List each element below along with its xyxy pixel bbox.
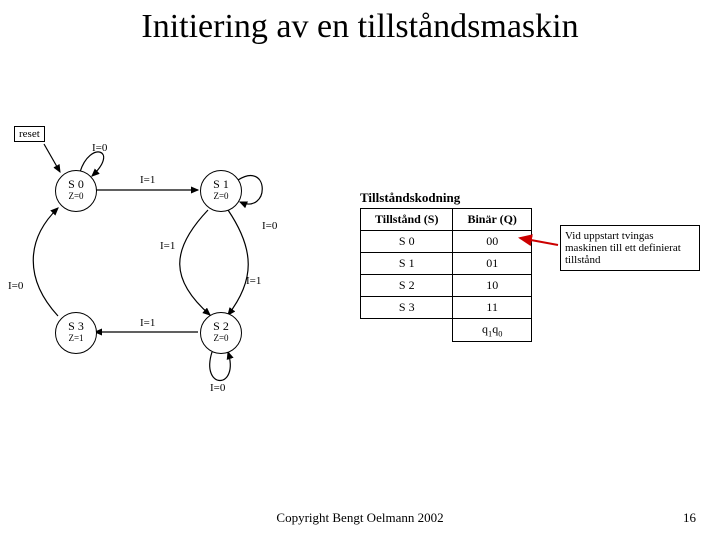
state-s0-output: Z=0	[56, 191, 96, 201]
state-s3: S 3 Z=1	[55, 312, 97, 354]
table-row: S 1 01	[361, 253, 532, 275]
table-row: q1q0	[361, 319, 532, 342]
table-row: S 3 11	[361, 297, 532, 319]
copyright: Copyright Bengt Oelmann 2002	[0, 510, 720, 526]
encoding-cell: 10	[453, 275, 531, 297]
state-diagram: reset S 0 Z=0 S 1 Z=0 S 2 Z=0 S 3 Z=1 I=…	[0, 120, 360, 420]
page-title: Initiering av en tillståndsmaskin	[0, 8, 720, 46]
encoding-foot: q1q0	[453, 319, 531, 342]
edge-label-s3-s0: I=0	[8, 280, 23, 292]
encoding-foot-sub0: 0	[498, 329, 502, 338]
callout-box: Vid uppstart tvingas maskinen till ett d…	[560, 225, 700, 271]
state-s1-label: S 1	[201, 171, 241, 191]
edge-label-loop-s0: I=0	[92, 142, 107, 154]
encoding-table-wrap: Tillståndskodning Tillstånd (S) Binär (Q…	[360, 190, 532, 342]
edge-label-s0-s1: I=1	[140, 174, 155, 186]
encoding-cell: S 0	[361, 231, 453, 253]
encoding-cell: S 2	[361, 275, 453, 297]
encoding-head-bin: Binär (Q)	[453, 209, 531, 231]
table-row: S 0 00	[361, 231, 532, 253]
state-s0-label: S 0	[56, 171, 96, 191]
encoding-cell: 11	[453, 297, 531, 319]
encoding-cell: S 3	[361, 297, 453, 319]
edge-label-s1-s2-b: I=1	[246, 275, 261, 287]
slide: Initiering av en tillståndsmaskin	[0, 0, 720, 540]
state-s3-label: S 3	[56, 313, 96, 333]
state-s2-label: S 2	[201, 313, 241, 333]
diagram-svg	[0, 120, 360, 440]
state-s0: S 0 Z=0	[55, 170, 97, 212]
table-row: Tillstånd (S) Binär (Q)	[361, 209, 532, 231]
state-s2: S 2 Z=0	[200, 312, 242, 354]
state-s1: S 1 Z=0	[200, 170, 242, 212]
reset-box: reset	[14, 126, 45, 142]
encoding-caption: Tillståndskodning	[360, 190, 532, 206]
encoding-head-state: Tillstånd (S)	[361, 209, 453, 231]
edge-label-loop-s1: I=0	[262, 220, 277, 232]
state-s1-output: Z=0	[201, 191, 241, 201]
table-row: S 2 10	[361, 275, 532, 297]
encoding-cell: 01	[453, 253, 531, 275]
encoding-table: Tillstånd (S) Binär (Q) S 0 00 S 1 01 S …	[360, 208, 532, 342]
edge-label-loop-s2: I=0	[210, 382, 225, 394]
encoding-cell: S 1	[361, 253, 453, 275]
edge-label-s1-s2-a: I=1	[160, 240, 175, 252]
state-s2-output: Z=0	[201, 333, 241, 343]
edge-label-s2-s3: I=1	[140, 317, 155, 329]
encoding-cell: 00	[453, 231, 531, 253]
page-number: 16	[683, 510, 696, 526]
state-s3-output: Z=1	[56, 333, 96, 343]
